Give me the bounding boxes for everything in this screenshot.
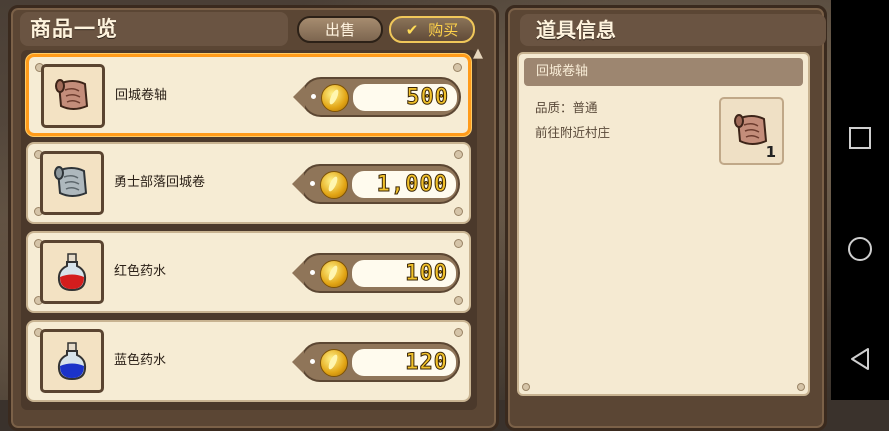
rivet bbox=[797, 383, 805, 391]
home-icon[interactable] bbox=[848, 237, 872, 261]
gold-coin-icon bbox=[320, 260, 348, 288]
info-body: 回城卷轴 品质：普通 前往附近村庄 1 bbox=[517, 52, 810, 396]
info-item-name: 回城卷轴 bbox=[524, 58, 803, 86]
price-arrow bbox=[293, 85, 305, 109]
price-dot bbox=[310, 181, 315, 186]
recent-apps-icon[interactable] bbox=[849, 127, 871, 149]
system-nav-bar bbox=[831, 0, 889, 400]
rivet bbox=[454, 207, 463, 216]
item-price: 1,000 bbox=[352, 171, 456, 198]
buy-tab[interactable]: ✔ 购买 bbox=[389, 16, 475, 43]
item-icon-frame bbox=[41, 64, 105, 128]
rivet bbox=[453, 63, 462, 72]
price-box: 120 bbox=[292, 342, 460, 382]
gold-coin-icon bbox=[320, 171, 348, 199]
item-list[interactable]: 回城卷轴 500 勇士部落回城卷 1,000 红色药水 100 蓝色药水 120 bbox=[21, 50, 477, 410]
rivet bbox=[454, 150, 463, 159]
price-box: 500 bbox=[293, 77, 461, 117]
price-arrow bbox=[292, 261, 304, 285]
list-item[interactable]: 红色药水 100 bbox=[26, 231, 471, 313]
info-item-icon-frame: 1 bbox=[719, 97, 784, 165]
shop-title: 商品一览 bbox=[20, 12, 288, 46]
red-potion-icon bbox=[57, 253, 87, 292]
item-price: 120 bbox=[352, 349, 456, 376]
checkmark-icon: ✔ bbox=[405, 21, 419, 39]
info-quality: 品质：普通 bbox=[535, 100, 598, 115]
item-quantity: 1 bbox=[765, 143, 776, 161]
item-name: 蓝色药水 bbox=[114, 353, 167, 368]
item-price: 500 bbox=[353, 84, 457, 111]
item-price: 100 bbox=[352, 260, 456, 287]
info-description: 前往附近村庄 bbox=[535, 125, 611, 140]
silver-scroll-icon bbox=[54, 166, 88, 197]
gold-coin-icon bbox=[321, 84, 349, 112]
rivet bbox=[454, 239, 463, 248]
price-box: 1,000 bbox=[292, 164, 460, 204]
sell-tab[interactable]: 出售 bbox=[297, 16, 383, 43]
price-dot bbox=[310, 270, 315, 275]
price-dot bbox=[310, 359, 315, 364]
price-arrow bbox=[292, 350, 304, 374]
item-icon-frame bbox=[40, 151, 104, 215]
list-item[interactable]: 回城卷轴 500 bbox=[26, 54, 471, 136]
rivet bbox=[454, 296, 463, 305]
buy-tab-label: 购买 bbox=[428, 21, 459, 39]
item-icon-frame bbox=[40, 240, 104, 304]
price-arrow bbox=[292, 172, 304, 196]
info-title: 道具信息 bbox=[520, 14, 826, 46]
item-icon-frame bbox=[40, 329, 104, 393]
price-box: 100 bbox=[292, 253, 460, 293]
rivet bbox=[522, 383, 530, 391]
item-name: 勇士部落回城卷 bbox=[114, 175, 206, 190]
item-name: 红色药水 bbox=[114, 264, 167, 279]
rivet bbox=[454, 328, 463, 337]
back-icon[interactable] bbox=[848, 347, 872, 371]
list-item[interactable]: 勇士部落回城卷 1,000 bbox=[26, 142, 471, 224]
price-dot bbox=[311, 94, 316, 99]
item-name: 回城卷轴 bbox=[115, 88, 168, 103]
gold-coin-icon bbox=[320, 349, 348, 377]
list-item[interactable]: 蓝色药水 120 bbox=[26, 320, 471, 402]
blue-potion-icon bbox=[57, 342, 87, 381]
scroll-icon bbox=[55, 79, 89, 110]
scroll-up-icon[interactable]: ▲ bbox=[473, 46, 483, 61]
